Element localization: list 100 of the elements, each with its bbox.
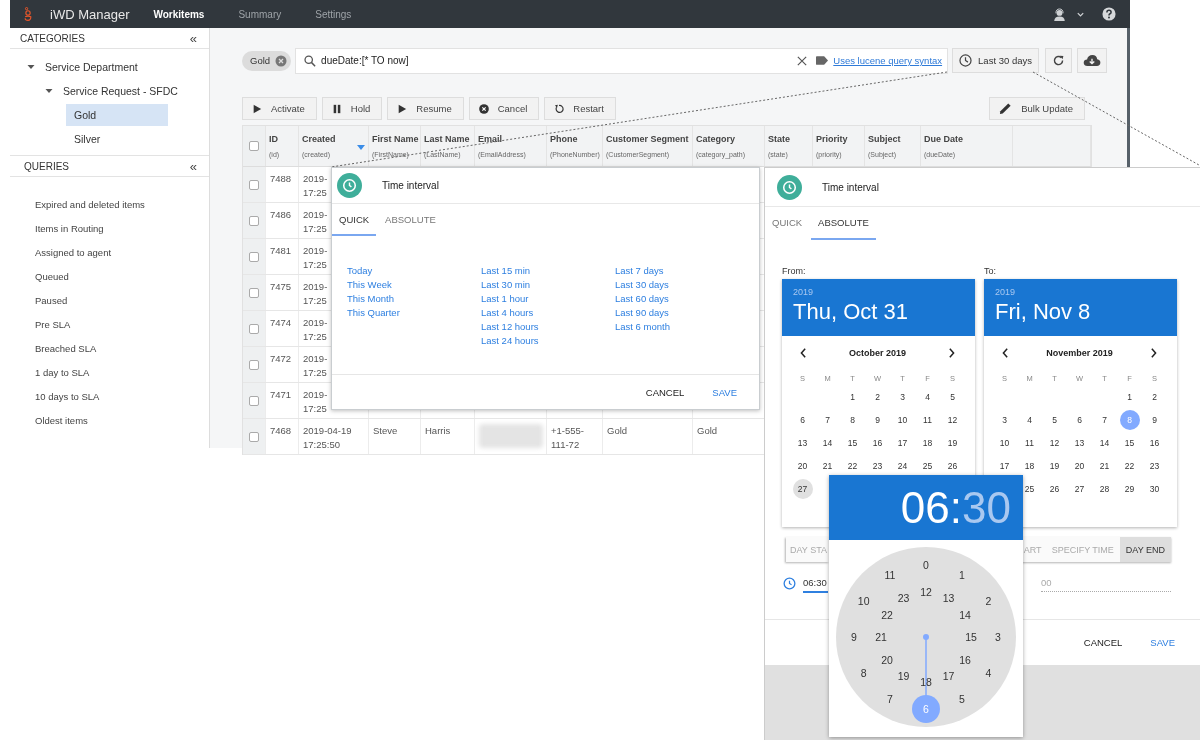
calendar-day[interactable]: 9 [1144,409,1165,430]
calendar-day[interactable]: 13 [792,432,813,453]
calendar-day[interactable]: 14 [1094,432,1115,453]
collapse-toggle[interactable]: « [189,158,197,174]
calendar-day[interactable]: 26 [1044,478,1065,499]
range-link[interactable]: Last 15 min [481,264,531,278]
query-item[interactable]: Queued [35,265,69,289]
calendar-day[interactable]: 4 [917,386,938,407]
dialog-button[interactable]: SAVE [698,382,751,402]
query-item[interactable]: Breached SLA [35,337,97,361]
hour-number[interactable]: 8 [860,667,867,679]
calendar-day[interactable]: 20 [792,455,813,476]
calendar-day[interactable]: 23 [867,455,888,476]
calendar-day[interactable]: 22 [1119,455,1140,476]
range-link[interactable]: Last 6 month [615,320,670,334]
tab[interactable]: ABSOLUTE [811,207,876,240]
tree-item[interactable]: Service Department [37,56,146,78]
calendar-day[interactable]: 15 [1119,432,1140,453]
syntax-link[interactable]: Uses lucene query syntax [833,55,943,66]
query-item[interactable]: Assigned to agent [35,241,112,265]
range-link[interactable]: Today [347,264,373,278]
range-link[interactable]: Last 12 hours [481,320,539,334]
query-item[interactable]: Items in Routing [35,217,104,241]
calendar-day[interactable]: 2 [1144,386,1165,407]
query-item[interactable]: 10 days to SLA [35,385,100,409]
query-item[interactable]: Pre SLA [35,313,71,337]
hour-number[interactable]: 1 [959,568,965,581]
hour-number[interactable]: 10 [857,595,870,607]
range-link[interactable]: Last 4 hours [481,306,534,320]
nav-tab[interactable]: Workitems [153,8,205,20]
nav-tab[interactable]: Summary [238,8,282,20]
range-link[interactable]: Last 7 days [615,264,664,278]
calendar-day[interactable]: 10 [994,432,1015,453]
hour-number[interactable]: 20 [881,653,893,666]
column-title[interactable]: Priority [816,134,848,145]
calendar-day[interactable]: 2 [867,386,888,407]
tree-item[interactable]: Gold [66,104,168,126]
query-item[interactable]: Paused [35,289,68,313]
tab[interactable]: QUICK [765,207,810,240]
tab[interactable]: QUICK [332,204,377,236]
calendar-day[interactable]: 26 [942,455,963,476]
action-button[interactable]: Activate [242,97,317,120]
hour-number[interactable]: 0 [923,559,929,571]
column-title[interactable]: State [768,134,790,145]
column-title[interactable]: Created [302,134,336,145]
query-item[interactable]: Oldest items [35,409,88,433]
nav-tab[interactable]: Settings [315,8,352,20]
tree-item[interactable]: Silver [66,128,109,150]
column-title[interactable]: First Name [372,134,419,145]
column-title[interactable]: Phone [550,134,578,145]
hour-number[interactable]: 7 [887,693,893,706]
dialog-button[interactable]: CANCEL [631,382,699,402]
hour-number[interactable]: 2 [985,595,992,607]
hours-text[interactable]: 06 [900,485,950,530]
calendar-day[interactable]: 1 [842,386,863,407]
calendar-day[interactable]: 14 [817,432,838,453]
hour-number[interactable]: 15 [965,631,977,643]
hour-number[interactable]: 5 [959,693,965,706]
dialog-button[interactable]: SAVE [1136,633,1189,652]
calendar-day[interactable]: 19 [942,432,963,453]
calendar-day[interactable]: 21 [817,455,838,476]
calendar-day[interactable]: 29 [1119,478,1140,499]
calendar-day[interactable]: 19 [1044,455,1065,476]
calendar-day[interactable]: 15 [842,432,863,453]
calendar-day[interactable]: 27 [792,478,813,499]
range-link[interactable]: Last 30 days [615,278,669,292]
range-link[interactable]: This Quarter [347,306,400,320]
calendar-day[interactable]: 23 [1144,455,1165,476]
calendar-day[interactable]: 11 [1019,432,1040,453]
calendar-day[interactable]: 12 [1044,432,1065,453]
range-link[interactable]: Last 60 days [615,292,669,306]
column-title[interactable]: ID [269,134,278,145]
hour-number[interactable]: 12 [920,586,932,598]
action-button[interactable]: Cancel [468,97,540,120]
calendar-day[interactable]: 24 [892,455,913,476]
tab[interactable]: ABSOLUTE [378,204,443,236]
query-item[interactable]: 1 day to SLA [35,361,90,385]
range-link[interactable]: This Month [347,292,394,306]
hour-number[interactable]: 23 [897,592,910,605]
hour-number[interactable]: 14 [959,608,971,621]
hour-number[interactable]: 4 [985,667,992,679]
column-title[interactable]: Email [478,134,502,145]
calendar-day[interactable]: 13 [1069,432,1090,453]
query-item[interactable]: Expired and deleted items [35,193,145,217]
hour-number[interactable]: 13 [942,592,955,605]
hour-number[interactable]: 18 [920,676,932,688]
hour-number[interactable]: 19 [897,669,910,682]
hour-number[interactable]: 17 [942,669,955,682]
hour-number[interactable]: 11 [884,568,896,581]
calendar-day[interactable]: 16 [1144,432,1165,453]
calendar-day[interactable]: 1 [1119,386,1140,407]
calendar-day[interactable]: 5 [942,386,963,407]
calendar-day[interactable]: 18 [1019,455,1040,476]
column-title[interactable]: Category [696,134,735,145]
action-button[interactable]: Hold [321,97,383,120]
calendar-day[interactable]: 27 [1069,478,1090,499]
hour-number[interactable]: 22 [881,608,893,621]
hour-number[interactable]: 16 [959,653,971,666]
calendar-day[interactable]: 7 [1094,409,1115,430]
calendar-day[interactable]: 28 [1094,478,1115,499]
